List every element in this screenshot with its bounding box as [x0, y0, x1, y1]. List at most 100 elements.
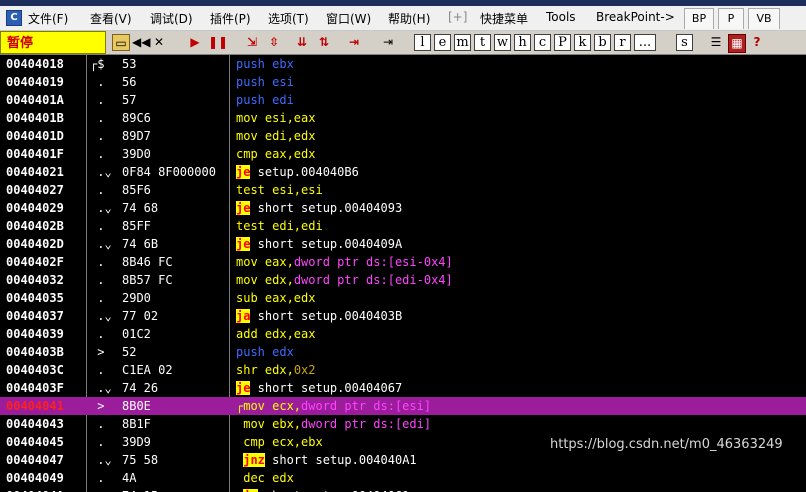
goto-icon[interactable]: ⇥ — [380, 34, 396, 51]
instruction-token: test — [236, 183, 265, 197]
disasm-row[interactable]: 0040402D .⌄ 74 6B je short setup.0040409A — [0, 235, 806, 253]
row-instruction: je setup.004040B6 — [236, 163, 359, 181]
row-hex-bytes: 52 — [122, 345, 137, 359]
tab-bp[interactable]: BP — [684, 8, 714, 29]
row-hex-bytes: 74 15 — [122, 487, 158, 492]
step-into-icon[interactable]: ⇲ — [244, 34, 260, 51]
menu-breakpoint[interactable]: BreakPoint-> — [596, 10, 675, 24]
instruction-token: eax,edx — [257, 147, 316, 161]
tab-vb[interactable]: VB — [748, 8, 780, 29]
memory-button[interactable]: m — [454, 34, 471, 51]
instruction-token: short setup.00404093 — [250, 201, 403, 215]
trace-into-icon[interactable]: ⇊ — [294, 34, 310, 51]
row-instruction: push esi — [236, 73, 294, 91]
row-instruction: jnz short setup.004040A1 — [236, 451, 417, 469]
close-icon[interactable]: ✕ — [152, 34, 166, 51]
row-address: 00404032 — [6, 273, 64, 287]
disasm-row[interactable]: 00404047 .⌄ 75 58 jnz short setup.004040A… — [0, 451, 806, 469]
disassembly-pane[interactable]: 00404018 ┌$ 53 push ebx 00404019 . 56 push esi… — [0, 55, 806, 492]
disasm-row[interactable]: 0040401B . 89C6 mov esi,eax — [0, 109, 806, 127]
run-trace-button[interactable]: ... — [634, 34, 656, 51]
cpu-button[interactable]: c — [534, 34, 551, 51]
run-icon[interactable]: ▶ — [188, 34, 202, 51]
instruction-token: setup.004040B6 — [250, 165, 359, 179]
menu-help[interactable]: 帮助(H) — [388, 10, 430, 27]
open-icon[interactable]: ▭ — [112, 34, 130, 51]
disasm-row[interactable]: 0040403B >52 push edx — [0, 343, 806, 361]
disasm-row[interactable]: 0040402F . 8B46 FC mov eax,dword ptr ds:[e… — [0, 253, 806, 271]
disasm-row[interactable]: 0040401A . 57 push edi — [0, 91, 806, 109]
menu-options[interactable]: 选项(T) — [268, 10, 309, 27]
list-icon[interactable]: ☰ — [708, 34, 724, 51]
row-instruction: je short setup.0040409A — [236, 235, 402, 253]
disasm-row[interactable]: 0040404A .⌄ 74 15 je short setup.00404061 — [0, 487, 806, 492]
row-jump-marker: . — [90, 183, 105, 197]
disasm-row[interactable]: 00404027 . 85F6 test esi,esi — [0, 181, 806, 199]
disasm-row[interactable]: 0040403C . C1EA 02 shr edx,0x2 — [0, 361, 806, 379]
row-hex-bytes: 57 — [122, 93, 137, 107]
options-icon[interactable]: ▦ — [728, 34, 746, 53]
disasm-row[interactable]: 00404019 . 56 push esi — [0, 73, 806, 91]
threads-button[interactable]: t — [474, 34, 491, 51]
disasm-row[interactable]: 00404021 .⌄ 0F84 8F000000 je setup.004040B… — [0, 163, 806, 181]
status-paused: 暂停 — [0, 31, 106, 54]
menu-debug[interactable]: 调试(D) — [150, 10, 193, 27]
instruction-token: add — [236, 327, 258, 341]
breakpoints-button[interactable]: b — [594, 34, 611, 51]
disasm-row[interactable]: 00404029 .⌄ 74 68 je short setup.00404093 — [0, 199, 806, 217]
modules-button[interactable]: e — [434, 34, 451, 51]
disasm-row[interactable]: 0040402B . 85FF test edi,edi — [0, 217, 806, 235]
instruction-token: dword ptr ds:[edi-0x4] — [293, 273, 453, 287]
handles-button[interactable]: h — [514, 34, 531, 51]
row-instruction: ja short setup.0040403B — [236, 307, 402, 325]
tab-p[interactable]: P — [718, 8, 744, 29]
menu-shortcuts[interactable]: 快捷菜单 — [480, 10, 528, 27]
disasm-row[interactable]: 00404018 ┌$ 53 push ebx — [0, 55, 806, 73]
menu-view[interactable]: 查看(V) — [90, 10, 132, 27]
menu-window[interactable]: 窗口(W) — [326, 10, 371, 27]
disasm-row[interactable]: 0040403F .⌄ 74 26 je short setup.00404067 — [0, 379, 806, 397]
pause-icon[interactable]: ❚❚ — [208, 34, 228, 51]
instruction-token: edx,eax — [257, 327, 316, 341]
disasm-row[interactable]: 00404032 . 8B57 FC mov edx,dword ptr ds:[e… — [0, 271, 806, 289]
instruction-token: dword ptr ds:[edi] — [301, 417, 432, 431]
trace-over-icon[interactable]: ⇅ — [316, 34, 332, 51]
row-jump-marker: . — [90, 435, 105, 449]
disasm-row[interactable]: 00404035 . 29D0 sub eax,edx — [0, 289, 806, 307]
execute-till-return-icon[interactable]: ⇥ — [346, 34, 362, 51]
row-jump-marker: .⌄ — [90, 201, 112, 215]
disasm-row[interactable]: 00404037 .⌄ 77 02 ja short setup.0040403B — [0, 307, 806, 325]
source-button[interactable]: s — [676, 34, 693, 51]
callstack-button[interactable]: k — [574, 34, 591, 51]
windows-button[interactable]: w — [494, 34, 511, 51]
references-button[interactable]: r — [614, 34, 631, 51]
jump-mnemonic: je — [236, 381, 251, 395]
step-over-icon[interactable]: ⇳ — [266, 34, 282, 51]
disasm-row[interactable]: 00404043 . 8B1F mov ebx,dword ptr ds:[edi… — [0, 415, 806, 433]
row-instruction: push ebx — [236, 55, 294, 73]
row-hex-bytes: 01C2 — [122, 327, 151, 341]
row-jump-marker: . — [90, 471, 105, 485]
disasm-row[interactable]: 00404049 . 4A dec edx — [0, 469, 806, 487]
disasm-row[interactable]: 00404041 >8B0E ┌mov ecx,dword ptr ds:[esi… — [0, 397, 806, 415]
row-jump-marker: .⌄ — [90, 165, 112, 179]
row-instruction: push edi — [236, 91, 294, 109]
app-icon: C — [6, 10, 22, 26]
row-instruction: test esi,esi — [236, 181, 323, 199]
patches-button[interactable]: P — [554, 34, 571, 51]
row-address: 00404043 — [6, 417, 64, 431]
menu-plugins[interactable]: 插件(P) — [210, 10, 251, 27]
help-icon[interactable]: ? — [750, 34, 764, 51]
disasm-row[interactable]: 0040401D . 89D7 mov edi,edx — [0, 127, 806, 145]
rewind-icon[interactable]: ◀◀ — [132, 34, 150, 51]
row-instruction: je short setup.00404067 — [236, 379, 402, 397]
disasm-row[interactable]: 00404039 . 01C2 add edx,eax — [0, 325, 806, 343]
menu-tools[interactable]: Tools — [546, 10, 576, 24]
menu-file[interactable]: 文件(F) — [28, 10, 68, 27]
row-hex-bytes: 77 02 — [122, 309, 159, 323]
disasm-row[interactable]: 0040401F . 39D0 cmp eax,edx — [0, 145, 806, 163]
log-button[interactable]: l — [414, 34, 431, 51]
row-address: 00404029 — [6, 201, 64, 215]
row-hex-bytes: 53 — [122, 57, 137, 71]
menu-add[interactable]: [+] — [448, 10, 467, 24]
